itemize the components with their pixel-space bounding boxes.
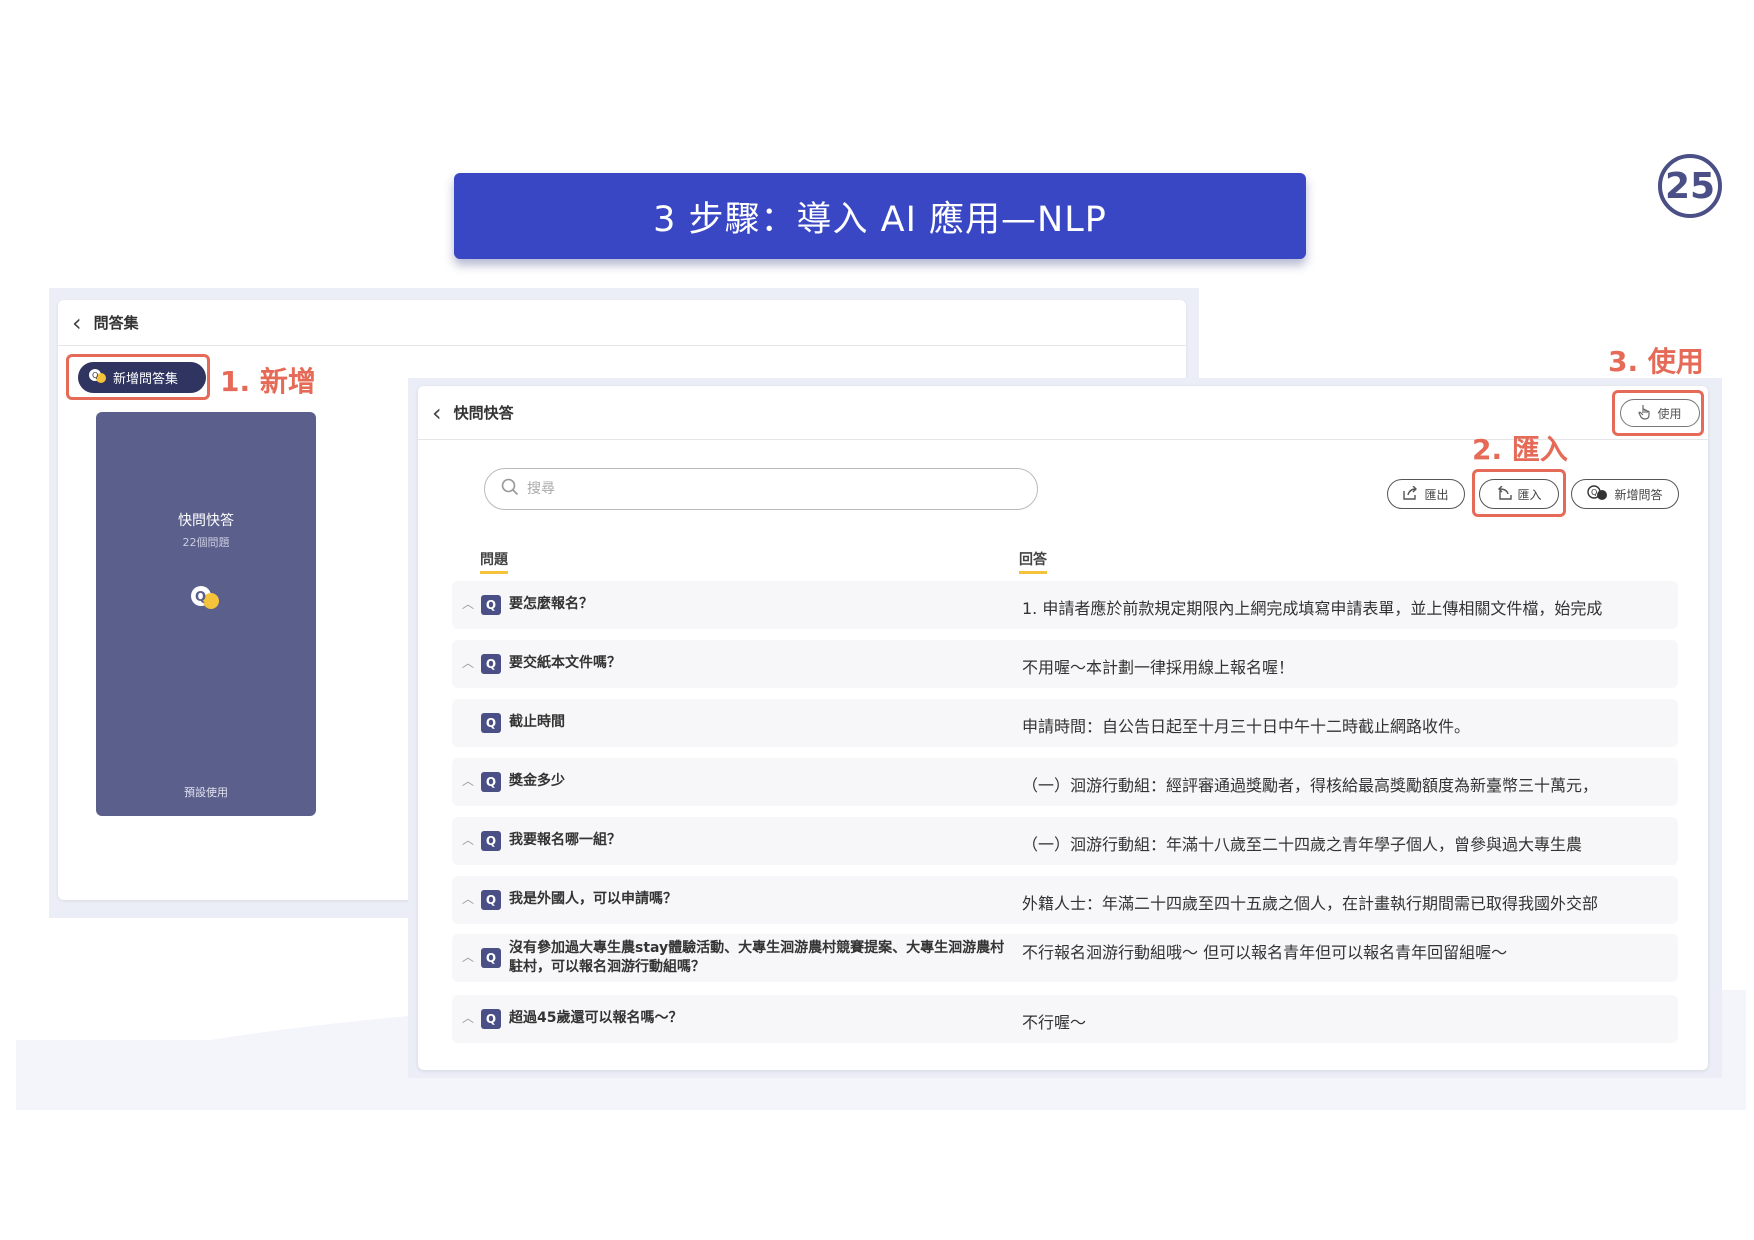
question-text: 超過45歲還可以報名嗎～？	[509, 1010, 683, 1026]
qa-set-card[interactable]: 快問快答 22個問題 Q 預設使用	[96, 412, 316, 816]
q-badge-icon: Q	[481, 654, 501, 674]
table-row[interactable]: ︿ Q 沒有參加過大專生農stay體驗活動、大專生洄游農村競賽提案、大專生洄游農村駐…	[452, 934, 1678, 982]
expand-chevron-icon[interactable]: ︿	[462, 772, 474, 789]
answer-text: 外籍人士：年滿二十四歲至四十五歲之個人，在計畫執行期間需已取得我國外交部	[1022, 894, 1599, 913]
chat-bubbles-icon: Q	[1587, 484, 1609, 504]
search-bar[interactable]	[484, 468, 1038, 510]
table-row[interactable]: ︿ Q 要怎麼報名？ 1. 申請者應於前款規定期限內上網完成填寫申請表單，並上傳相關文…	[452, 581, 1678, 629]
slide-title: 3 步驟：導入 AI 應用—NLP	[653, 199, 1107, 240]
qa-sets-header: ‹ 問答集	[58, 300, 1186, 346]
answer-text: 不行喔～	[1022, 1013, 1087, 1032]
q-badge-icon: Q	[481, 831, 501, 851]
svg-text:Q: Q	[195, 590, 206, 605]
table-row[interactable]: ︿ Q 我是外國人，可以申請嗎？ 外籍人士：年滿二十四歲至四十五歲之個人，在計畫執行期…	[452, 876, 1678, 924]
search-icon	[501, 478, 519, 500]
export-button[interactable]: 匯出	[1387, 479, 1465, 509]
expand-chevron-icon[interactable]: ︿	[462, 1009, 474, 1026]
step1-label: 1. 新增	[220, 365, 316, 398]
qa-bubbles-icon: Q	[189, 584, 223, 616]
qa-set-card-title: 快問快答	[178, 513, 234, 529]
question-text: 要怎麼報名？	[509, 596, 593, 612]
expand-chevron-icon[interactable]: ︿	[462, 654, 474, 671]
qa-detail-title: 快問快答	[453, 404, 514, 422]
step2-label: 2. 匯入	[1472, 433, 1568, 466]
answer-text: 1. 申請者應於前款規定期限內上網完成填寫申請表單，並上傳相關文件檔，始完成	[1022, 599, 1603, 618]
question-text: 我要報名哪一組？	[509, 832, 621, 848]
q-badge-icon: Q	[481, 772, 501, 792]
q-badge-icon: Q	[481, 948, 501, 968]
add-qa-button[interactable]: Q 新增問答	[1571, 479, 1679, 509]
table-row[interactable]: ︿ Q 要交紙本文件嗎？ 不用喔～本計劃一律採用線上報名喔！	[452, 640, 1678, 688]
question-text: 獎金多少	[509, 773, 565, 789]
answer-text: 不行報名洄游行動組哦～ 但可以報名青年但可以報名青年回留組喔～	[1022, 943, 1508, 962]
expand-chevron-icon[interactable]: ︿	[462, 890, 474, 907]
back-chevron-icon[interactable]: ‹	[72, 311, 82, 335]
answer-text: （一）洄游行動組：經評審通過獎勵者，得核給最高獎勵額度為新臺幣三十萬元，	[1022, 776, 1599, 795]
question-text: 沒有參加過大專生農stay體驗活動、大專生洄游農村競賽提案、大專生洄游農村駐村，…	[509, 940, 1005, 975]
answer-text: （一）洄游行動組：年滿十八歲至二十四歲之青年學子個人，曾參與過大專生農	[1022, 835, 1583, 854]
qa-set-card-default: 預設使用	[184, 786, 228, 799]
question-text: 我是外國人，可以申請嗎？	[509, 891, 677, 907]
import-icon	[1496, 485, 1513, 503]
page-number: 25	[1658, 154, 1722, 218]
column-header-question[interactable]: 問題	[480, 549, 508, 574]
share-icon	[1403, 485, 1419, 503]
export-label: 匯出	[1424, 487, 1449, 502]
table-row[interactable]: ︿ Q 我要報名哪一組？ （一）洄游行動組：年滿十八歲至二十四歲之青年學子個人，曾參與…	[452, 817, 1678, 865]
svg-text:Q: Q	[1591, 488, 1597, 497]
table-row[interactable]: ︿ Q 超過45歲還可以報名嗎～？ 不行喔～	[452, 995, 1678, 1043]
q-badge-icon: Q	[481, 713, 501, 733]
title-banner: 3 步驟：導入 AI 應用—NLP	[454, 173, 1306, 259]
expand-chevron-icon[interactable]: ︿	[462, 831, 474, 848]
search-input[interactable]	[527, 481, 1007, 497]
tap-hand-icon	[1638, 404, 1652, 423]
expand-chevron-icon[interactable]: ︿	[462, 595, 474, 612]
qa-set-card-count: 22個問題	[182, 536, 230, 549]
answer-text: 不用喔～本計劃一律採用線上報名喔！	[1022, 658, 1295, 677]
import-label: 匯入	[1517, 487, 1542, 502]
expand-chevron-icon[interactable]: ︿	[462, 948, 474, 965]
use-button[interactable]: 使用	[1620, 399, 1700, 427]
import-button[interactable]: 匯入	[1479, 479, 1559, 509]
use-button-label: 使用	[1657, 406, 1682, 421]
qa-sets-title: 問答集	[93, 314, 139, 332]
question-text: 要交紙本文件嗎？	[509, 655, 621, 671]
step3-label: 3. 使用	[1608, 345, 1704, 378]
table-row[interactable]: ︿ Q 獎金多少 （一）洄游行動組：經評審通過獎勵者，得核給最高獎勵額度為新臺幣三十萬…	[452, 758, 1678, 806]
answer-text: 申請時間：自公告日起至十月三十日中午十二時截止網路收件。	[1022, 717, 1471, 736]
table-row[interactable]: Q 截止時間 申請時間：自公告日起至十月三十日中午十二時截止網路收件。	[452, 699, 1678, 747]
step1-highlight	[66, 354, 210, 400]
q-badge-icon: Q	[481, 595, 501, 615]
column-header-answer[interactable]: 回答	[1019, 549, 1047, 574]
add-qa-label: 新增問答	[1614, 487, 1663, 502]
slide: 3 步驟：導入 AI 應用—NLP 25 ‹ 問答集 Q 新增問答集 1. 新增…	[0, 0, 1754, 1240]
q-badge-icon: Q	[481, 1009, 501, 1029]
question-text: 截止時間	[509, 714, 565, 730]
back-chevron-icon[interactable]: ‹	[432, 401, 442, 425]
q-badge-icon: Q	[481, 890, 501, 910]
